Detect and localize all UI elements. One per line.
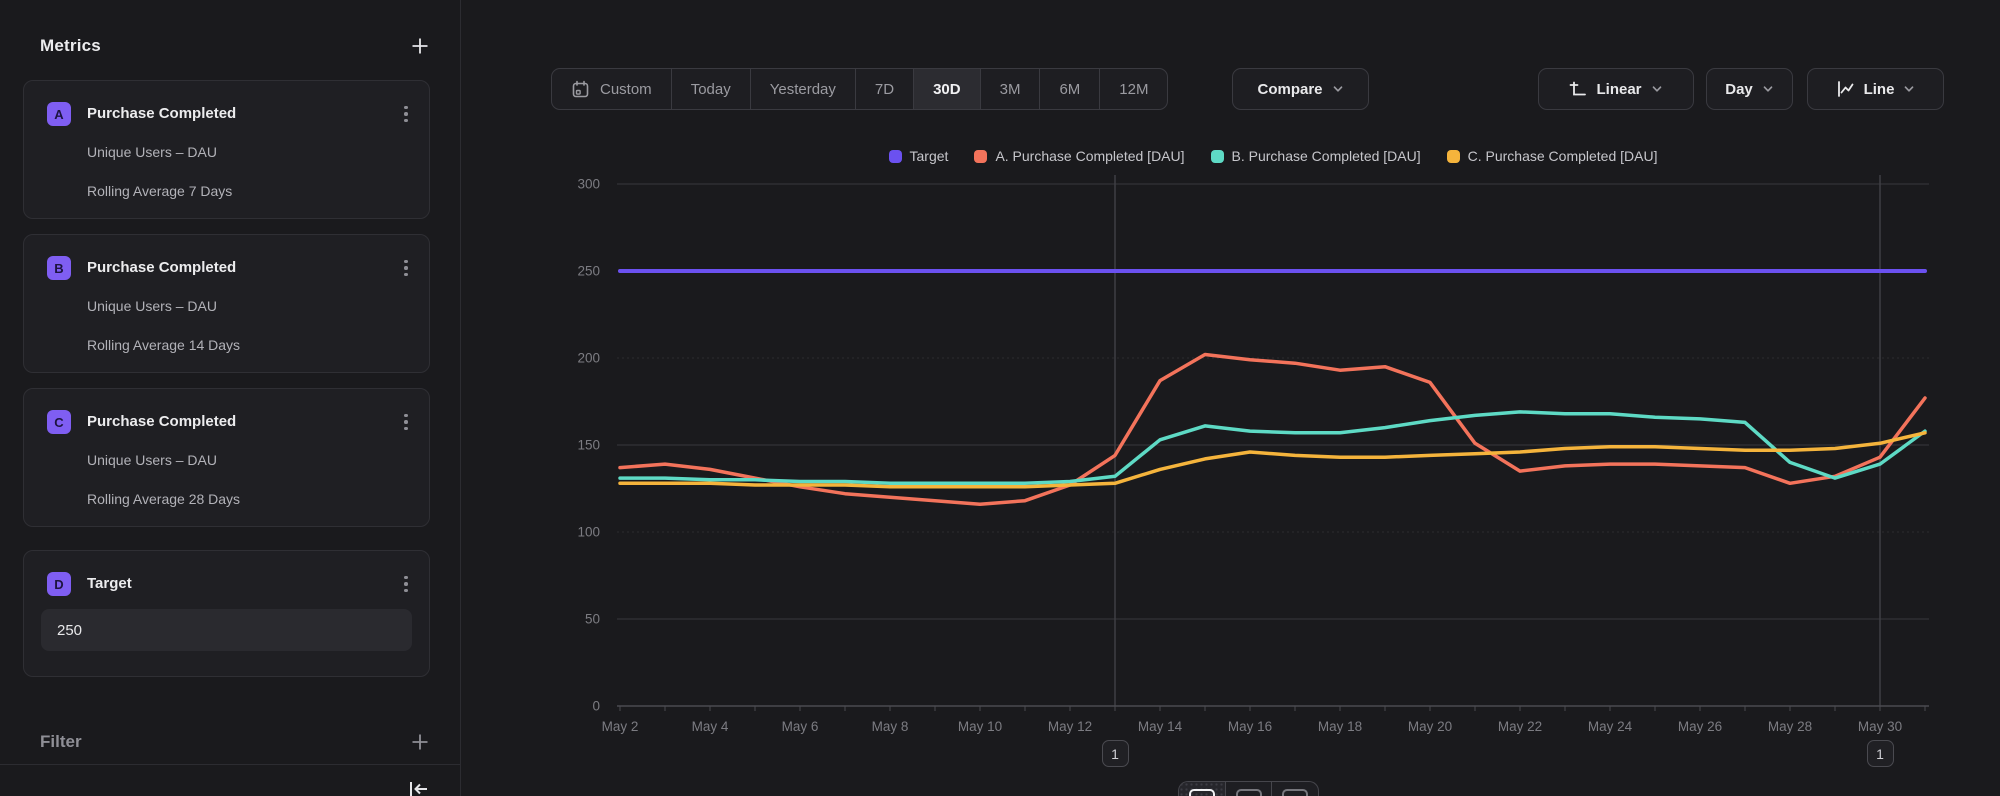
- x-tick-label: May 12: [1048, 719, 1092, 734]
- y-tick-label: 150: [577, 438, 600, 453]
- y-tick-label: 300: [577, 177, 600, 192]
- x-tick-label: May 24: [1588, 719, 1633, 734]
- y-tick-label: 250: [577, 264, 600, 279]
- table-card-button[interactable]: [1226, 782, 1273, 796]
- x-tick-label: May 26: [1678, 719, 1722, 734]
- metric-card-icon: [1282, 789, 1308, 796]
- x-tick-label: May 22: [1498, 719, 1542, 734]
- x-tick-label: May 6: [782, 719, 819, 734]
- x-tick-label: May 20: [1408, 719, 1452, 734]
- chart-card-button[interactable]: [1179, 782, 1226, 796]
- x-tick-label: May 30: [1858, 719, 1902, 734]
- y-tick-label: 50: [585, 612, 600, 627]
- x-tick-label: May 28: [1768, 719, 1812, 734]
- x-tick-label: May 16: [1228, 719, 1272, 734]
- x-tick-label: May 2: [602, 719, 639, 734]
- series-line: [620, 412, 1925, 483]
- annotation-badge[interactable]: 1: [1867, 740, 1894, 767]
- metric-card-button[interactable]: [1272, 782, 1318, 796]
- x-tick-label: May 8: [872, 719, 909, 734]
- table-card-icon: [1236, 789, 1262, 796]
- x-tick-label: May 14: [1138, 719, 1183, 734]
- line-chart: 0 50 100 150 200 250 300 May 2 May 4 May 6 May 8 Ma…: [0, 0, 2000, 796]
- app-root: Metrics APurchase CompletedUnique Users …: [0, 0, 2000, 796]
- card-view-toolbar: [1178, 781, 1319, 796]
- y-tick-label: 0: [592, 699, 600, 714]
- chart-card-icon: [1189, 789, 1215, 796]
- series-line: [620, 433, 1925, 487]
- y-tick-label: 200: [577, 351, 600, 366]
- x-tick-label: May 4: [692, 719, 729, 734]
- annotation-badge[interactable]: 1: [1102, 740, 1129, 767]
- x-tick-label: May 10: [958, 719, 1002, 734]
- x-tick-label: May 18: [1318, 719, 1362, 734]
- y-tick-label: 100: [577, 525, 600, 540]
